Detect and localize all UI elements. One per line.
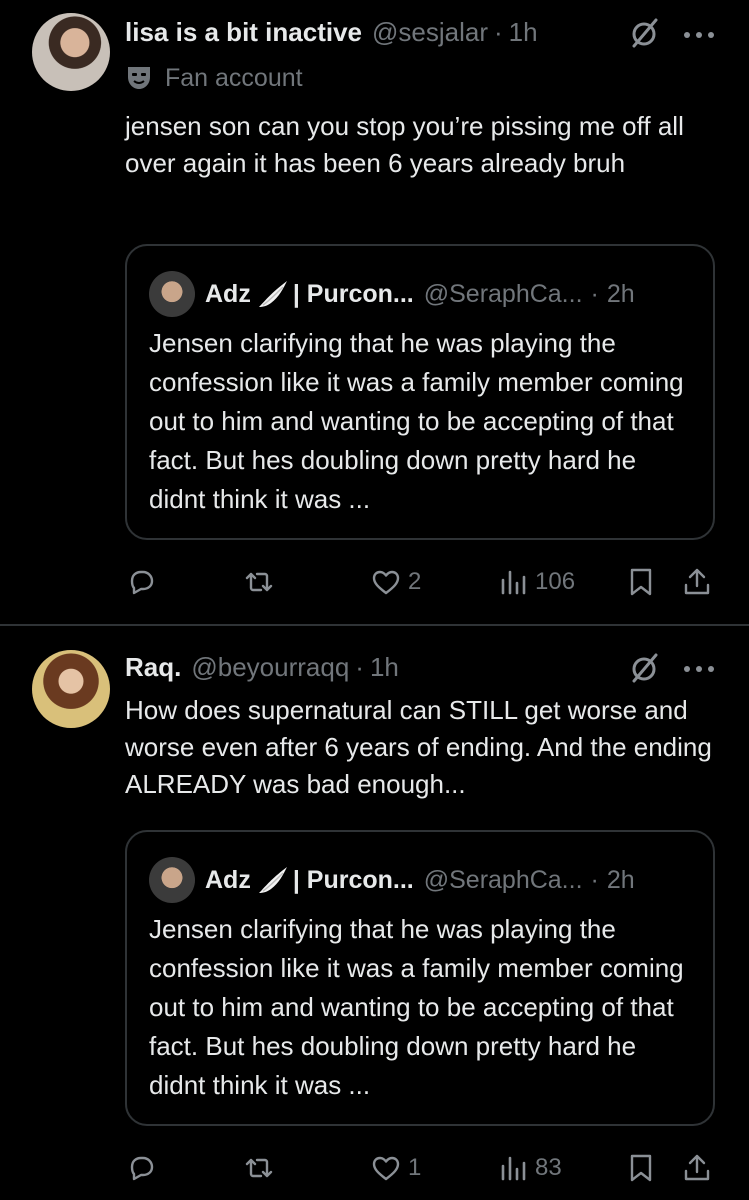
- quote-separator: ·: [590, 865, 599, 894]
- quote-name-suffix: | Purcon...: [292, 865, 414, 894]
- like-count: 2: [408, 568, 422, 595]
- quote-timestamp: 2h: [606, 279, 635, 308]
- reply-icon: [130, 1156, 154, 1181]
- retweet-button[interactable]: [243, 562, 275, 602]
- grok-icon[interactable]: [626, 16, 662, 52]
- reply-button[interactable]: [125, 1148, 157, 1188]
- bookmark-icon: [630, 568, 652, 596]
- share-icon: [684, 1154, 710, 1181]
- retweet-icon: [245, 572, 273, 592]
- reply-button[interactable]: [125, 562, 157, 602]
- views-icon: [501, 1156, 526, 1181]
- reply-icon: [130, 570, 154, 595]
- retweet-icon: [245, 1158, 273, 1178]
- more-icon[interactable]: [682, 30, 716, 40]
- heart-icon: [372, 1156, 400, 1181]
- retweet-button[interactable]: [243, 1148, 275, 1188]
- quote-author-name: Adz: [205, 279, 251, 308]
- tweet[interactable]: Raq. @beyourraqq · 1h How does supernatu…: [0, 626, 749, 1200]
- quote-timestamp: 2h: [606, 865, 635, 894]
- tweet[interactable]: lisa is a bit inactive @sesjalar · 1h Fa…: [0, 0, 749, 624]
- tweet-text: jensen son can you stop you’re pissing m…: [125, 111, 684, 178]
- quote-header: Adz | Purcon... @SeraphCa... · 2h: [149, 857, 635, 903]
- separator: ·: [493, 16, 503, 47]
- quote-header: Adz | Purcon... @SeraphCa... · 2h: [149, 271, 635, 317]
- tweet-header: Raq. @beyourraqq · 1h: [125, 647, 399, 687]
- quoted-tweet[interactable]: Adz | Purcon... @SeraphCa... · 2h Jensen…: [125, 244, 715, 540]
- quote-handle: @SeraphCa...: [423, 865, 583, 894]
- bookmark-button[interactable]: [625, 562, 657, 602]
- wing-icon: [258, 867, 287, 893]
- share-button[interactable]: [681, 1148, 713, 1188]
- quote-avatar: [149, 857, 195, 903]
- fan-account-text: Fan account: [165, 63, 303, 92]
- like-count: 1: [408, 1154, 422, 1181]
- fan-account-label: Fan account: [125, 60, 303, 96]
- bookmark-icon: [630, 1154, 652, 1182]
- separator: ·: [355, 651, 364, 682]
- author-handle[interactable]: @sesjalar: [372, 17, 488, 48]
- avatar[interactable]: [32, 650, 110, 728]
- mask-icon: [128, 67, 150, 89]
- author-name[interactable]: Raq.: [125, 652, 181, 683]
- timestamp[interactable]: 1h: [509, 17, 538, 48]
- quote-author-name: Adz: [205, 865, 251, 894]
- quoted-tweet[interactable]: Adz | Purcon... @SeraphCa... · 2h Jensen…: [125, 830, 715, 1126]
- quote-handle: @SeraphCa...: [423, 279, 583, 308]
- quote-separator: ·: [590, 279, 599, 308]
- quote-name-suffix: | Purcon...: [292, 279, 414, 308]
- views-button[interactable]: 83: [497, 1148, 562, 1188]
- views-icon: [501, 570, 526, 595]
- wing-icon: [258, 281, 287, 307]
- timestamp[interactable]: 1h: [370, 652, 399, 683]
- action-bar: 1 83: [125, 1148, 720, 1188]
- share-button[interactable]: [681, 562, 713, 602]
- avatar[interactable]: [32, 13, 110, 91]
- quote-text: Jensen clarifying that he was playing th…: [149, 328, 684, 514]
- author-name[interactable]: lisa is a bit inactive: [125, 17, 362, 48]
- quote-avatar: [149, 271, 195, 317]
- bookmark-button[interactable]: [625, 1148, 657, 1188]
- heart-icon: [372, 570, 400, 595]
- views-count: 83: [535, 1154, 562, 1181]
- like-button[interactable]: 1: [370, 1148, 421, 1188]
- more-icon[interactable]: [682, 664, 716, 674]
- author-handle[interactable]: @beyourraqq: [191, 652, 349, 683]
- like-button[interactable]: 2: [370, 562, 421, 602]
- share-icon: [684, 568, 710, 595]
- tweet-text: How does supernatural can STILL get wors…: [125, 695, 712, 799]
- grok-icon[interactable]: [626, 651, 662, 687]
- action-bar: 2 106: [125, 562, 720, 602]
- views-button[interactable]: 106: [497, 562, 575, 602]
- views-count: 106: [535, 568, 576, 595]
- tweet-header: lisa is a bit inactive @sesjalar · 1h: [125, 12, 538, 52]
- quote-text: Jensen clarifying that he was playing th…: [149, 914, 684, 1100]
